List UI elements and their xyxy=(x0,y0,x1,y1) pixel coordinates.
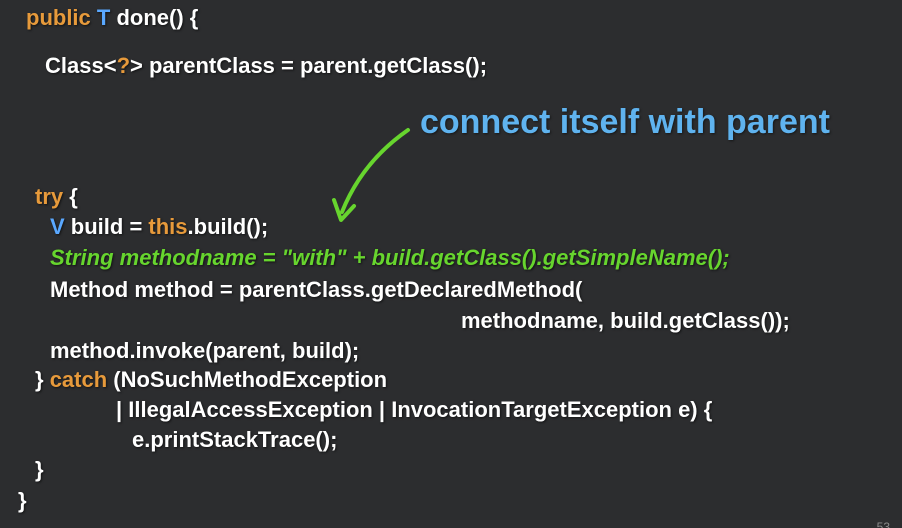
annotation-text: connect itself with parent xyxy=(420,103,830,141)
type-v: V xyxy=(50,214,65,239)
code-line-try: try { xyxy=(35,182,78,212)
code-line-parent-class: Class<?> parentClass = parent.getClass()… xyxy=(45,51,487,81)
method-name: done() { xyxy=(116,5,199,30)
code-line-print-stack: e.printStackTrace(); xyxy=(132,427,338,452)
code-text: (NoSuchMethodException xyxy=(107,367,388,392)
code-text: > parentClass = parent.getClass(); xyxy=(130,53,488,78)
code-line-method-signature: public T done() { xyxy=(26,3,198,33)
code-text: } xyxy=(35,367,50,392)
code-line-method-args: methodname, build.getClass()); xyxy=(461,308,790,333)
keyword-this: this xyxy=(148,214,188,239)
arrow-icon xyxy=(332,128,410,222)
type-t: T xyxy=(96,5,111,30)
keyword-try: try xyxy=(35,184,64,209)
code-text: { xyxy=(63,184,78,209)
wildcard-type: ? xyxy=(116,53,131,78)
keyword-catch: catch xyxy=(49,367,108,392)
code-line-method-decl: Method method = parentClass.getDeclaredM… xyxy=(50,277,583,302)
code-line-close-catch: } xyxy=(35,457,44,482)
code-line-highlighted: String methodname = "with" + build.getCl… xyxy=(50,245,730,270)
page-number: 53 xyxy=(876,520,890,528)
code-line-invoke: method.invoke(parent, build); xyxy=(50,338,360,363)
code-line-exceptions: | IllegalAccessException | InvocationTar… xyxy=(116,397,713,422)
code-line-catch: } catch (NoSuchMethodException xyxy=(35,365,387,395)
code-line-close-method: } xyxy=(18,488,27,513)
code-line-build: V build = this.build(); xyxy=(50,212,268,242)
keyword-public: public xyxy=(26,5,91,30)
code-slide: public T done() { Class<?> parentClass =… xyxy=(0,0,902,528)
code-text: .build(); xyxy=(187,214,269,239)
code-text: build = xyxy=(64,214,149,239)
code-text: Class< xyxy=(45,53,117,78)
